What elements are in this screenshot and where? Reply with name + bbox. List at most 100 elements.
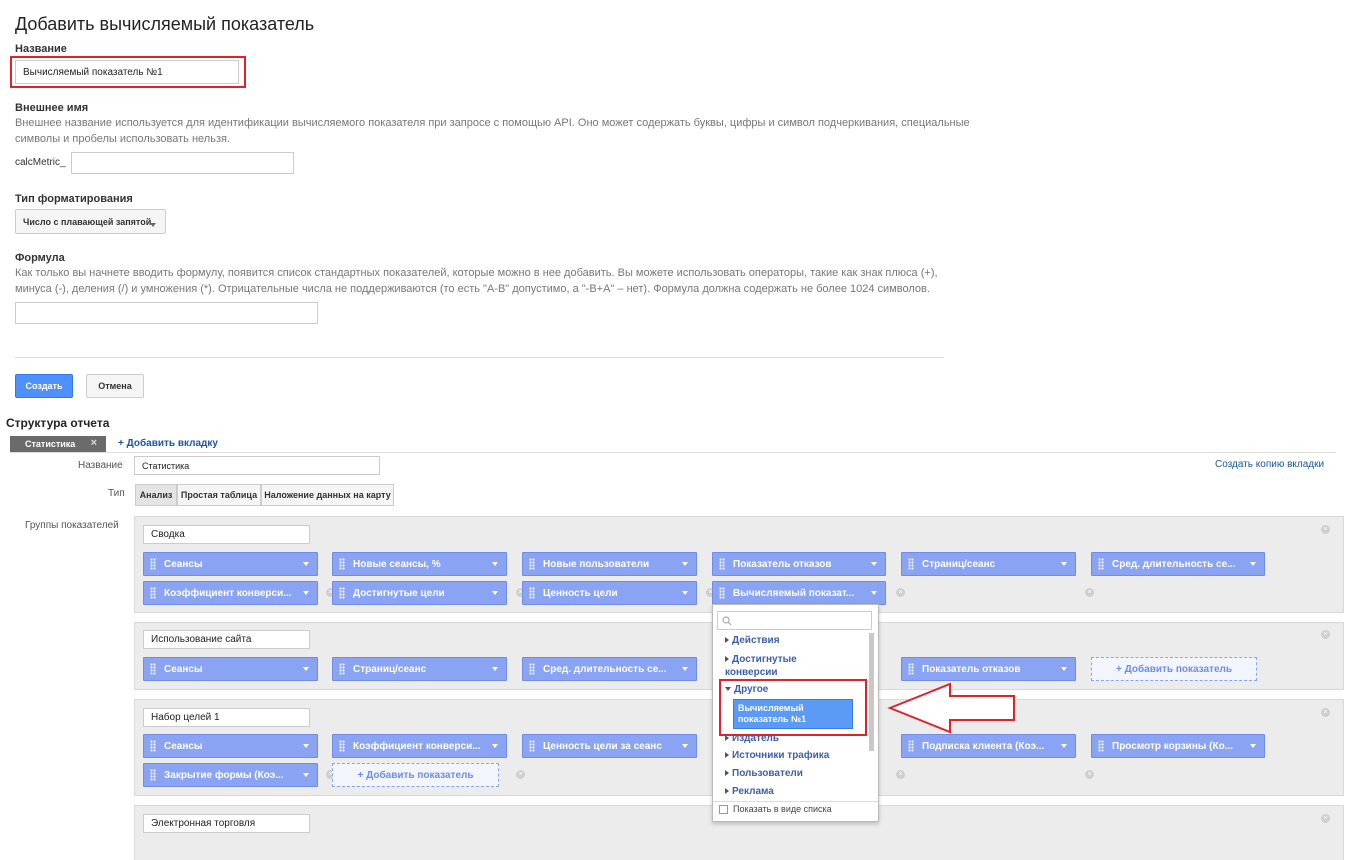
metric-pill[interactable]: Страниц/сеанс: [332, 657, 507, 681]
metric-pill[interactable]: Показатель отказов: [901, 657, 1076, 681]
category-traffic-sources[interactable]: Источники трафика: [725, 750, 829, 761]
metric-pill[interactable]: Просмотр корзины (Ко...: [1091, 734, 1265, 758]
metric-groups-label: Группы показателей: [25, 520, 119, 531]
chevron-down-icon[interactable]: [1250, 744, 1256, 748]
remove-group-icon[interactable]: ×: [1321, 814, 1330, 823]
name-input[interactable]: Вычисляемый показатель №1: [15, 60, 239, 84]
drag-handle-icon[interactable]: [529, 558, 535, 570]
metric-pill[interactable]: Сеансы: [143, 657, 318, 681]
metric-pill[interactable]: Новые сеансы, %: [332, 552, 507, 576]
drag-handle-icon[interactable]: [150, 558, 156, 570]
drag-handle-icon[interactable]: [529, 663, 535, 675]
add-metric-button[interactable]: + Добавить показатель: [1091, 657, 1257, 681]
add-tab-link[interactable]: + Добавить вкладку: [118, 438, 218, 449]
chevron-down-icon[interactable]: [1061, 562, 1067, 566]
type-analysis-button[interactable]: Анализ: [135, 484, 177, 506]
metric-pill[interactable]: Страниц/сеанс: [901, 552, 1076, 576]
drag-handle-icon[interactable]: [529, 587, 535, 599]
metric-pill[interactable]: Вычисляемый показат...: [712, 581, 886, 605]
drag-handle-icon[interactable]: [339, 587, 345, 599]
dropdown-scrollbar[interactable]: [869, 633, 874, 751]
external-name-input[interactable]: [71, 152, 294, 174]
drag-handle-icon[interactable]: [908, 740, 914, 752]
category-actions[interactable]: Действия: [725, 635, 780, 646]
close-icon[interactable]: ×: [91, 437, 97, 449]
metric-pill[interactable]: Закрытие формы (Коэ...: [143, 763, 318, 787]
type-map-overlay-button[interactable]: Наложение данных на карту: [261, 484, 394, 506]
chevron-down-icon[interactable]: [303, 562, 309, 566]
chevron-down-icon[interactable]: [871, 591, 877, 595]
cancel-button[interactable]: Отмена: [86, 374, 144, 398]
metric-pill[interactable]: Ценность цели: [522, 581, 697, 605]
remove-group-icon[interactable]: ×: [1321, 525, 1330, 534]
remove-group-icon[interactable]: ×: [1321, 708, 1330, 717]
drag-handle-icon[interactable]: [150, 769, 156, 781]
type-flat-table-button[interactable]: Простая таблица: [177, 484, 261, 506]
format-type-select[interactable]: Число с плавающей запятой: [15, 209, 166, 234]
tab-statistics[interactable]: Статистика ×: [10, 436, 106, 452]
tab-name-input[interactable]: Статистика: [134, 456, 380, 475]
group-name-input[interactable]: Набор целей 1: [143, 708, 310, 727]
drag-handle-icon[interactable]: [339, 740, 345, 752]
report-structure-title: Структура отчета: [6, 416, 110, 430]
remove-metric-icon[interactable]: ×: [1085, 588, 1094, 597]
drag-handle-icon[interactable]: [719, 587, 725, 599]
chevron-down-icon[interactable]: [492, 667, 498, 671]
metric-pill[interactable]: Сред. длительность се...: [522, 657, 697, 681]
chevron-down-icon[interactable]: [871, 562, 877, 566]
checkbox[interactable]: [719, 804, 728, 814]
drag-handle-icon[interactable]: [908, 558, 914, 570]
create-button[interactable]: Создать: [15, 374, 73, 398]
chevron-down-icon[interactable]: [303, 773, 309, 777]
metric-pill[interactable]: Сеансы: [143, 552, 318, 576]
drag-handle-icon[interactable]: [150, 587, 156, 599]
group-name-input[interactable]: Использование сайта: [143, 630, 310, 649]
metric-pill[interactable]: Коэффициент конверси...: [143, 581, 318, 605]
add-metric-button[interactable]: + Добавить показатель: [332, 763, 499, 787]
drag-handle-icon[interactable]: [150, 663, 156, 675]
category-conversions[interactable]: Достигнутые конверсии: [725, 653, 825, 679]
metric-pill[interactable]: Сеансы: [143, 734, 318, 758]
chevron-down-icon[interactable]: [303, 744, 309, 748]
chevron-down-icon[interactable]: [303, 591, 309, 595]
dropdown-search-input[interactable]: [717, 611, 872, 630]
drag-handle-icon[interactable]: [719, 558, 725, 570]
formula-input[interactable]: [15, 302, 318, 324]
remove-metric-icon[interactable]: ×: [516, 770, 525, 779]
chevron-down-icon[interactable]: [682, 562, 688, 566]
copy-tab-link[interactable]: Создать копию вкладки: [1215, 459, 1324, 470]
chevron-down-icon[interactable]: [492, 591, 498, 595]
category-users[interactable]: Пользователи: [725, 768, 803, 779]
group-name-input[interactable]: Сводка: [143, 525, 310, 544]
remove-metric-icon[interactable]: ×: [1085, 770, 1094, 779]
metric-pill[interactable]: Показатель отказов: [712, 552, 886, 576]
metric-pill[interactable]: Коэффициент конверси...: [332, 734, 507, 758]
metric-pill[interactable]: Достигнутые цели: [332, 581, 507, 605]
drag-handle-icon[interactable]: [908, 663, 914, 675]
chevron-down-icon[interactable]: [682, 744, 688, 748]
drag-handle-icon[interactable]: [339, 558, 345, 570]
metric-pill[interactable]: Сред. длительность се...: [1091, 552, 1265, 576]
chevron-down-icon[interactable]: [682, 591, 688, 595]
drag-handle-icon[interactable]: [1098, 558, 1104, 570]
category-ads[interactable]: Реклама: [725, 786, 774, 795]
metric-pill[interactable]: Ценность цели за сеанс: [522, 734, 697, 758]
metric-pill[interactable]: Подписка клиента (Коэ...: [901, 734, 1076, 758]
drag-handle-icon[interactable]: [150, 740, 156, 752]
chevron-down-icon[interactable]: [682, 667, 688, 671]
remove-metric-icon[interactable]: ×: [896, 588, 905, 597]
chevron-down-icon[interactable]: [303, 667, 309, 671]
remove-metric-icon[interactable]: ×: [896, 770, 905, 779]
drag-handle-icon[interactable]: [1098, 740, 1104, 752]
drag-handle-icon[interactable]: [529, 740, 535, 752]
chevron-down-icon[interactable]: [1250, 562, 1256, 566]
chevron-down-icon[interactable]: [1061, 744, 1067, 748]
metric-pill[interactable]: Новые пользователи: [522, 552, 697, 576]
group-name-input[interactable]: Электронная торговля: [143, 814, 310, 833]
drag-handle-icon[interactable]: [339, 663, 345, 675]
remove-group-icon[interactable]: ×: [1321, 630, 1330, 639]
chevron-down-icon[interactable]: [492, 744, 498, 748]
chevron-down-icon[interactable]: [1061, 667, 1067, 671]
show-as-list-option[interactable]: Показать в виде списка: [719, 804, 832, 814]
chevron-down-icon[interactable]: [492, 562, 498, 566]
